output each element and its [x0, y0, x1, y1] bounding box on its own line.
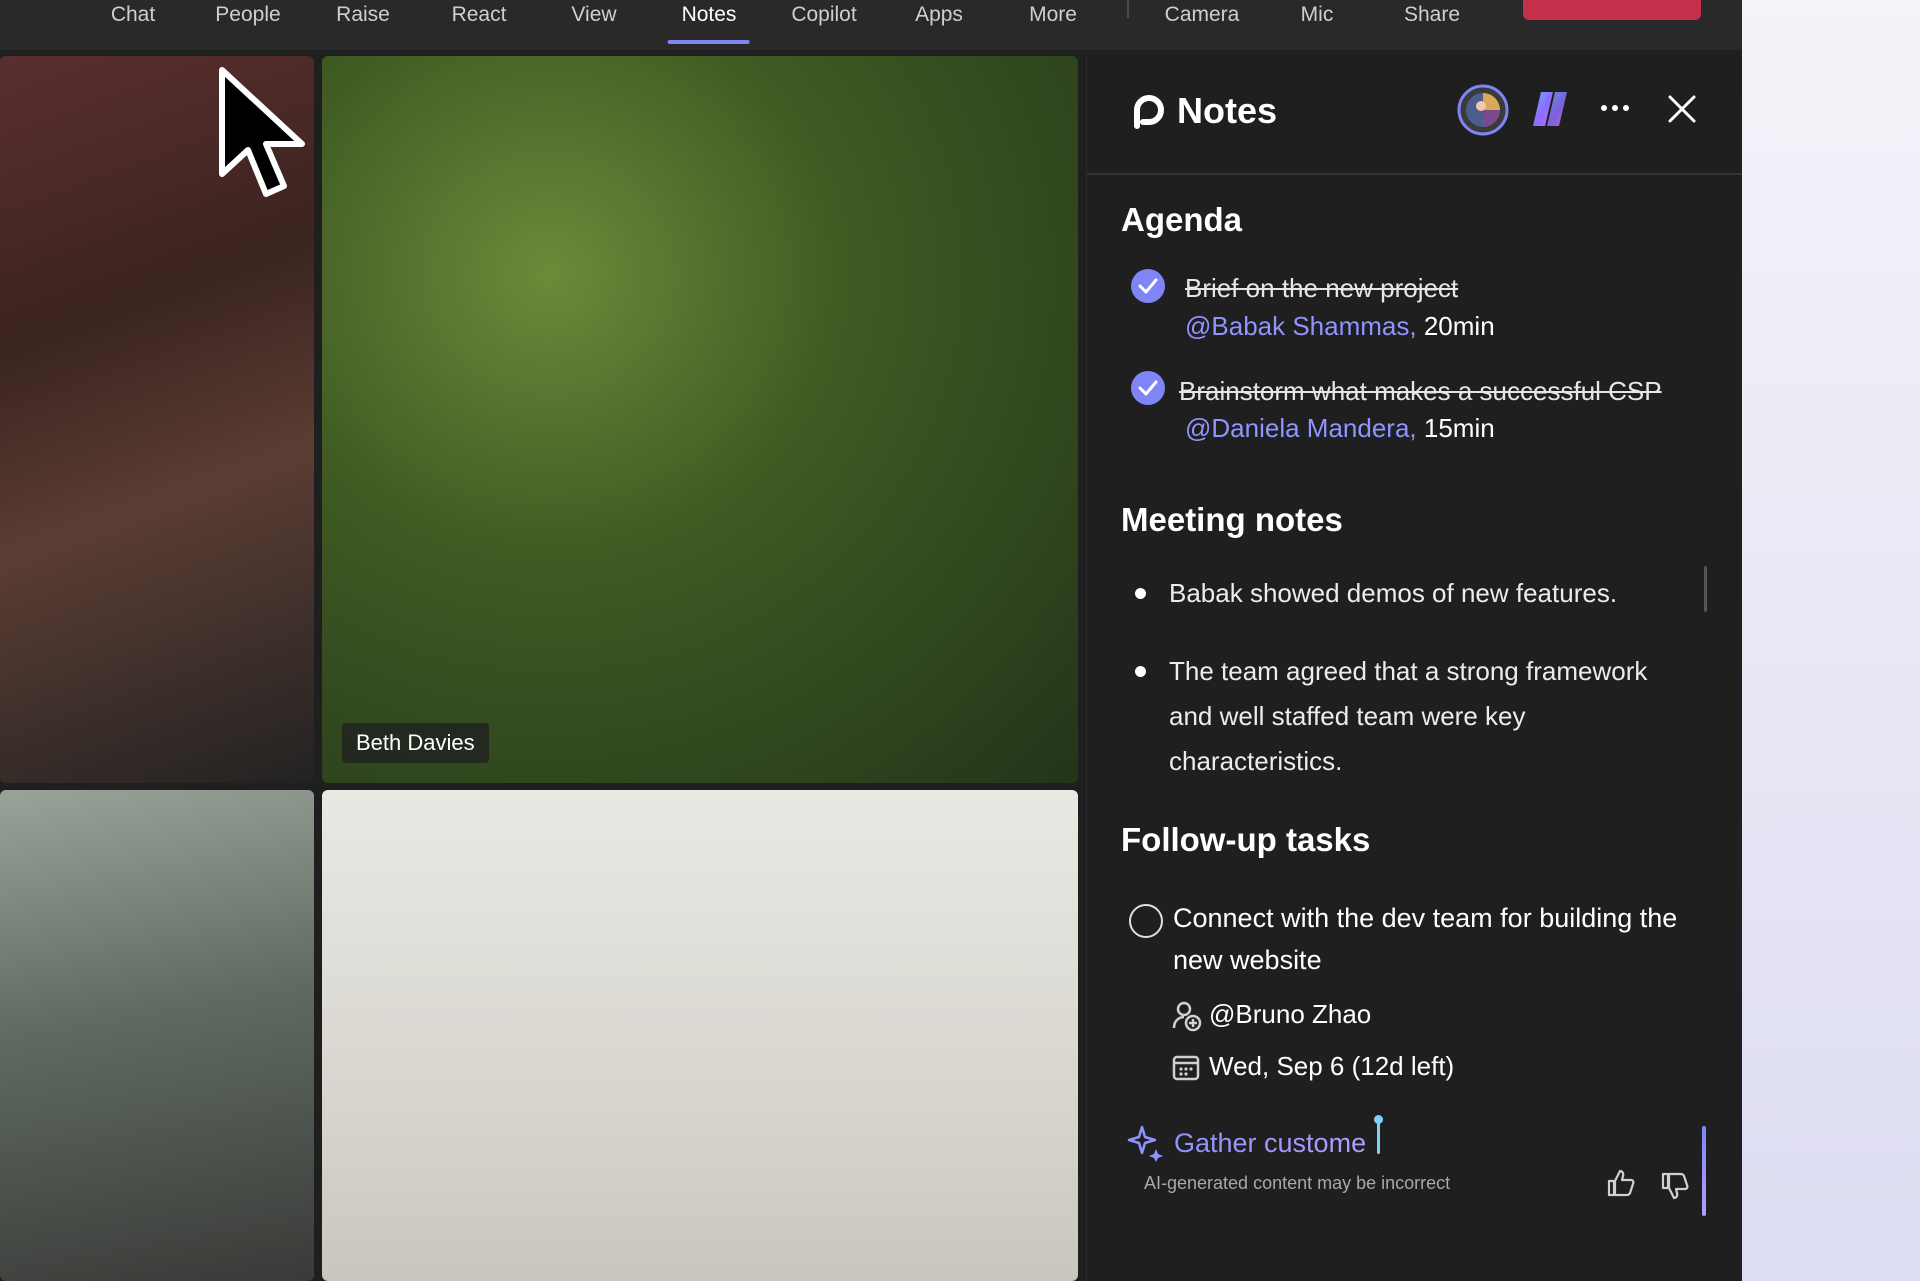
- calendar-icon: [1172, 1055, 1200, 1081]
- toolbar-notes-button[interactable]: Notes: [667, 0, 750, 46]
- toolbar-share-button[interactable]: Share: [1404, 0, 1460, 46]
- participant-name-tag: Beth Davies: [342, 723, 489, 763]
- notes-panel-title: Notes: [1177, 90, 1278, 131]
- leave-button[interactable]: [1523, 0, 1701, 20]
- desktop-background: [1742, 0, 1920, 1281]
- toolbar-divider: [1127, 0, 1129, 18]
- note-bullet-1: [1135, 588, 1146, 599]
- ai-typing-cursor: [1374, 1115, 1383, 1154]
- active-tab-indicator: [667, 40, 750, 44]
- copilot-icon[interactable]: [1527, 86, 1573, 132]
- video-tile-beth-davies[interactable]: Beth Davies: [322, 56, 1078, 783]
- note-text-2[interactable]: The team agreed that a strong framework …: [1169, 649, 1689, 784]
- agenda-item-2-meta: @Daniela Mandera, 15min: [1185, 413, 1495, 444]
- toolbar-mic-button[interactable]: Mic: [1301, 0, 1334, 46]
- thumbs-up-icon[interactable]: [1606, 1168, 1636, 1198]
- follow-up-tasks-heading: Follow-up tasks: [1121, 821, 1371, 858]
- assign-person-icon: [1172, 1001, 1202, 1032]
- note-bullet-2: [1135, 666, 1146, 677]
- participants-avatar-icon[interactable]: [1457, 84, 1509, 136]
- toolbar-view-button[interactable]: View: [571, 0, 616, 46]
- task-checkbox[interactable]: [1129, 904, 1163, 938]
- agenda-item-2-text[interactable]: Brainstorm what makes a successful CSP: [1179, 376, 1662, 407]
- agenda-item-2-duration: 15min: [1423, 413, 1495, 443]
- agenda-item-1-mention[interactable]: @Babak Shammas,: [1185, 311, 1417, 341]
- agenda-item-2-mention[interactable]: @Daniela Mandera,: [1185, 413, 1417, 443]
- note-text-1[interactable]: Babak showed demos of new features.: [1169, 571, 1689, 616]
- mouse-cursor-icon: [219, 67, 305, 197]
- agenda-heading: Agenda: [1121, 201, 1243, 238]
- video-tile-participant-4[interactable]: [322, 790, 1078, 1281]
- toolbar-react-button[interactable]: React: [452, 0, 507, 46]
- ai-disclaimer: AI-generated content may be incorrect: [1144, 1173, 1451, 1193]
- meeting-toolbar: Chat People Raise React View Notes Copil…: [0, 0, 1742, 50]
- notes-panel-header: Notes: [1087, 56, 1743, 175]
- notes-panel: Notes Agenda Brief on the new project @B…: [1086, 56, 1743, 1281]
- toolbar-camera-button[interactable]: Camera: [1165, 0, 1240, 46]
- agenda-item-1-duration: 20min: [1423, 311, 1495, 341]
- notes-loop-icon: [1134, 95, 1164, 129]
- toolbar-notes-label: Notes: [681, 3, 737, 26]
- toolbar-chat-button[interactable]: Chat: [111, 0, 155, 46]
- toolbar-more-button[interactable]: More: [1029, 0, 1077, 46]
- toolbar-apps-button[interactable]: Apps: [915, 0, 963, 46]
- meeting-notes-heading: Meeting notes: [1121, 501, 1343, 538]
- agenda-item-1-text[interactable]: Brief on the new project: [1185, 273, 1458, 304]
- notes-scrollbar[interactable]: [1704, 566, 1707, 612]
- close-icon[interactable]: [1667, 94, 1697, 124]
- ai-content-indicator: [1702, 1126, 1706, 1216]
- agenda-item-1-meta: @Babak Shammas, 20min: [1185, 311, 1495, 342]
- task-assignee-mention[interactable]: @Bruno Zhao: [1209, 999, 1371, 1030]
- ai-sparkle-icon: [1127, 1125, 1163, 1162]
- agenda-item-1-check-icon[interactable]: [1131, 269, 1165, 303]
- thumbs-down-icon[interactable]: [1660, 1171, 1690, 1201]
- toolbar-copilot-button[interactable]: Copilot: [791, 0, 856, 46]
- toolbar-people-button[interactable]: People: [215, 0, 280, 46]
- ai-generating-text: Gather custome: [1174, 1128, 1367, 1158]
- task-due-date[interactable]: Wed, Sep 6 (12d left): [1209, 1051, 1454, 1082]
- toolbar-raise-button[interactable]: Raise: [336, 0, 390, 46]
- task-text[interactable]: Connect with the dev team for building t…: [1173, 897, 1693, 981]
- agenda-item-2-check-icon[interactable]: [1131, 371, 1165, 405]
- video-tile-participant-3[interactable]: [0, 790, 314, 1281]
- more-options-icon[interactable]: [1600, 102, 1630, 114]
